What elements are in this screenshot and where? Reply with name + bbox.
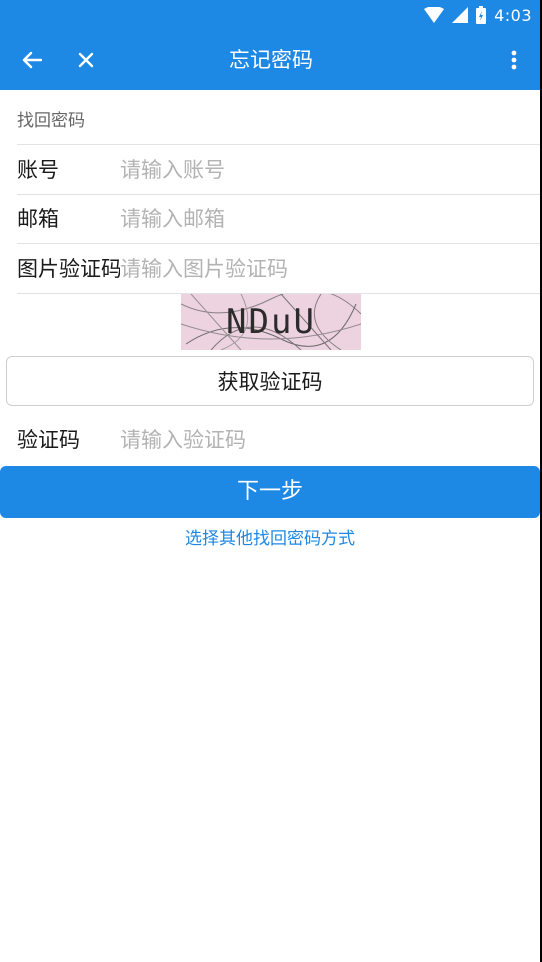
code-label: 验证码 [17, 428, 80, 452]
wifi-icon [424, 7, 445, 23]
more-options-button[interactable] [504, 46, 524, 74]
captcha-image[interactable]: NDuU [181, 294, 361, 350]
more-vert-icon [511, 50, 517, 70]
account-input[interactable] [120, 152, 520, 188]
email-input[interactable] [120, 201, 520, 237]
back-arrow-icon [22, 51, 42, 69]
battery-icon [476, 6, 487, 24]
signal-icon [452, 7, 469, 23]
divider [17, 243, 540, 244]
image-captcha-row: 图片验证码 [0, 245, 540, 293]
forgot-password-screen: 4:03 忘记密码 找回密码 账号 邮 [0, 0, 542, 962]
email-row: 邮箱 [0, 195, 540, 243]
image-captcha-input[interactable] [120, 251, 520, 287]
status-time: 4:03 [494, 5, 532, 25]
code-input[interactable] [120, 422, 520, 458]
next-button[interactable]: 下一步 [0, 466, 540, 518]
close-button[interactable] [72, 46, 100, 74]
code-row: 验证码 [0, 416, 540, 464]
section-label: 找回密码 [17, 111, 85, 131]
close-icon [78, 52, 94, 68]
image-captcha-label: 图片验证码 [17, 257, 120, 281]
app-bar: 忘记密码 [0, 30, 542, 90]
status-bar: 4:03 [0, 0, 542, 30]
captcha-text: NDuU [226, 302, 316, 342]
back-button[interactable] [18, 46, 46, 74]
account-label: 账号 [17, 158, 59, 182]
other-methods-link[interactable]: 选择其他找回密码方式 [0, 524, 540, 549]
account-row: 账号 [0, 146, 540, 194]
email-label: 邮箱 [17, 207, 59, 231]
status-icons: 4:03 [424, 5, 532, 25]
get-code-button[interactable]: 获取验证码 [6, 356, 534, 406]
divider [17, 144, 540, 145]
